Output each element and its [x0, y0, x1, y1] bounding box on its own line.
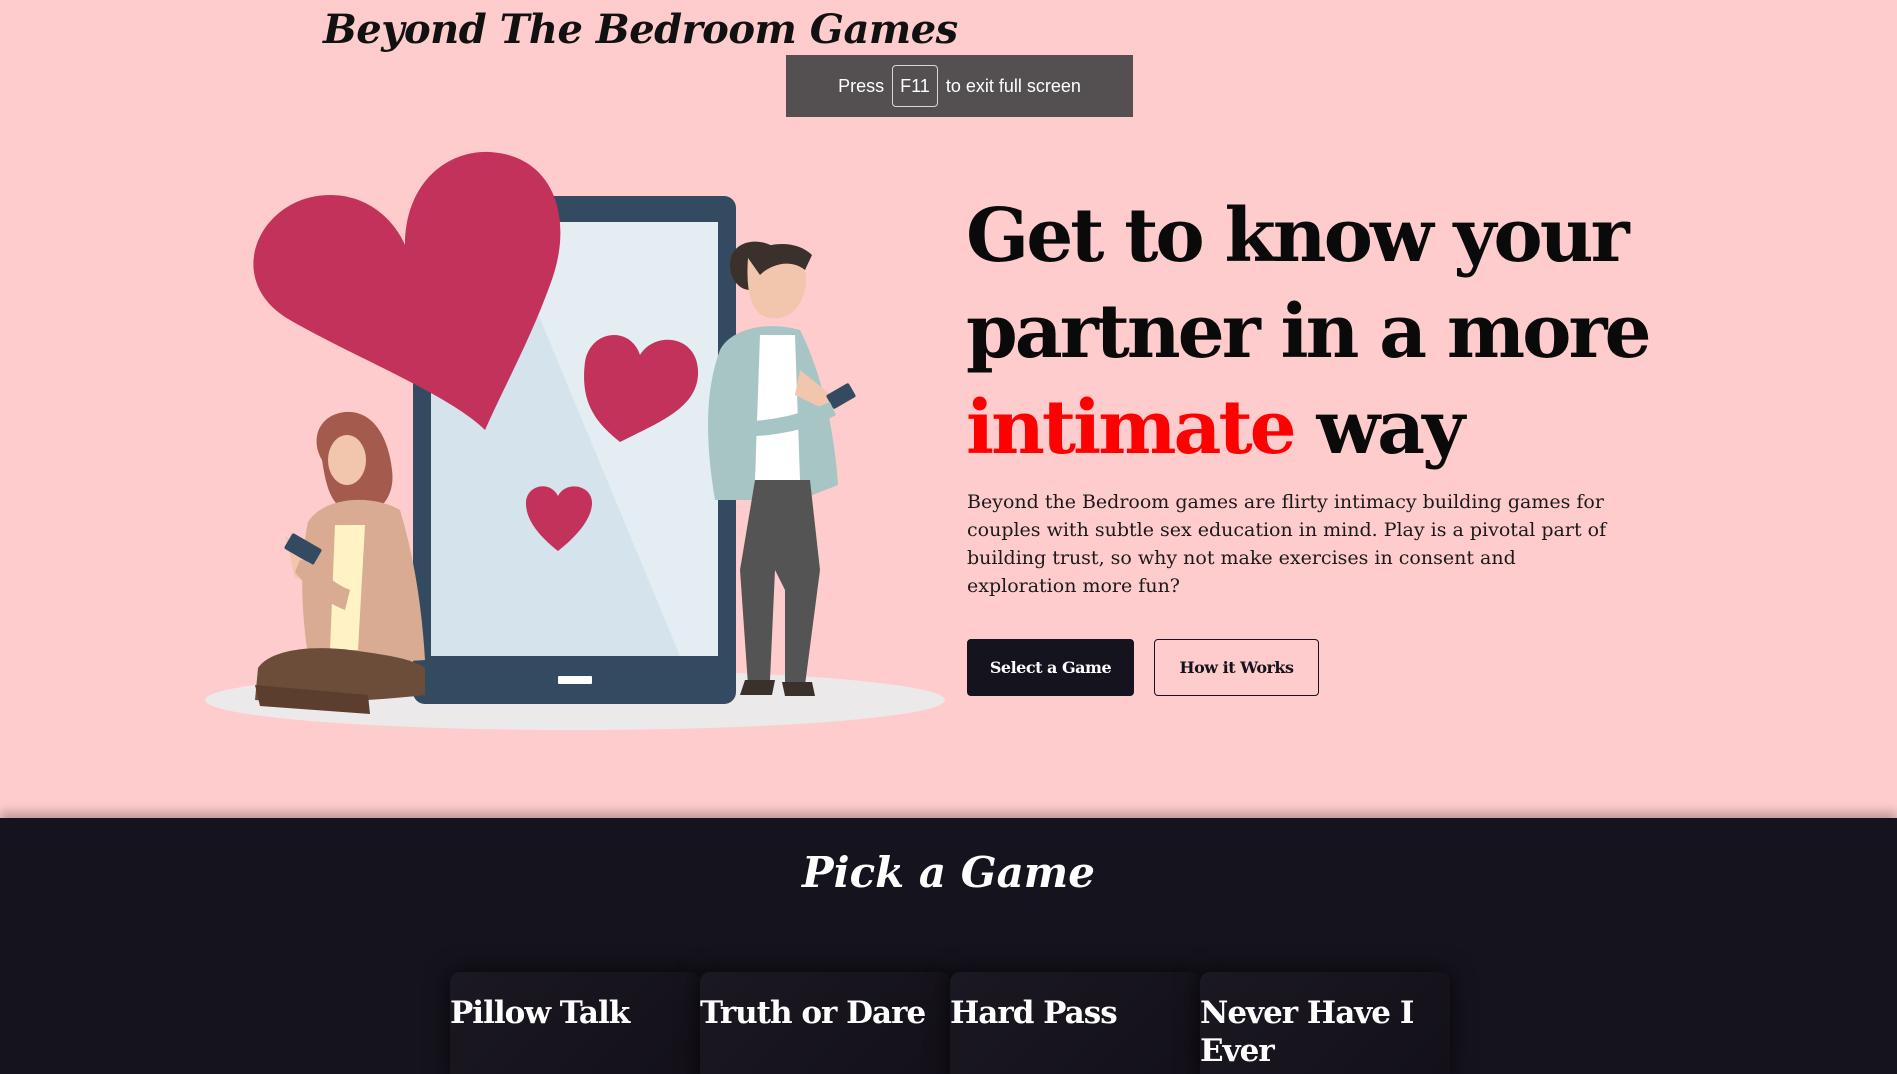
game-card-title: Hard Pass [950, 995, 1118, 1031]
pick-a-game-section: Pick a Game Pillow Talk Truth or Dare Ha… [0, 818, 1897, 1074]
select-a-game-button[interactable]: Select a Game [967, 639, 1134, 696]
fullscreen-exit-toast: Press F11 to exit full screen [786, 55, 1133, 117]
headline-line-2: partner in a more [966, 289, 1652, 375]
how-it-works-button[interactable]: How it Works [1154, 639, 1319, 696]
headline-accent-word: intimate [966, 385, 1297, 471]
page: Beyond The Bedroom Games Get to know you… [0, 0, 1897, 1074]
headline-line-1: Get to know your [966, 193, 1630, 279]
hero-headline: Get to know your partner in a more intim… [966, 188, 1666, 476]
couple-phone-illustration [205, 151, 945, 730]
f11-key-badge: F11 [892, 65, 938, 107]
woman-figure [255, 411, 425, 714]
site-brand-logo[interactable]: Beyond The Bedroom Games [323, 6, 958, 53]
game-card-title: Pillow Talk [450, 995, 630, 1031]
game-card-title: Never Have I Ever [1200, 995, 1414, 1069]
toast-text-after: to exit full screen [945, 75, 1081, 96]
game-card-truth-or-dare[interactable]: Truth or Dare [700, 972, 950, 1074]
game-card-hard-pass[interactable]: Hard Pass [950, 972, 1200, 1074]
game-card-title: Truth or Dare [700, 995, 926, 1031]
hero-section: Beyond The Bedroom Games Get to know you… [0, 0, 1897, 818]
game-card-pillow-talk[interactable]: Pillow Talk [450, 972, 700, 1074]
toast-text-before: Press [838, 75, 885, 96]
game-card-never-have-i-ever[interactable]: Never Have I Ever [1200, 972, 1450, 1074]
hero-description: Beyond the Bedroom games are flirty inti… [967, 491, 1607, 597]
section-title: Pick a Game [802, 848, 1095, 897]
headline-end-word: way [1316, 385, 1465, 471]
